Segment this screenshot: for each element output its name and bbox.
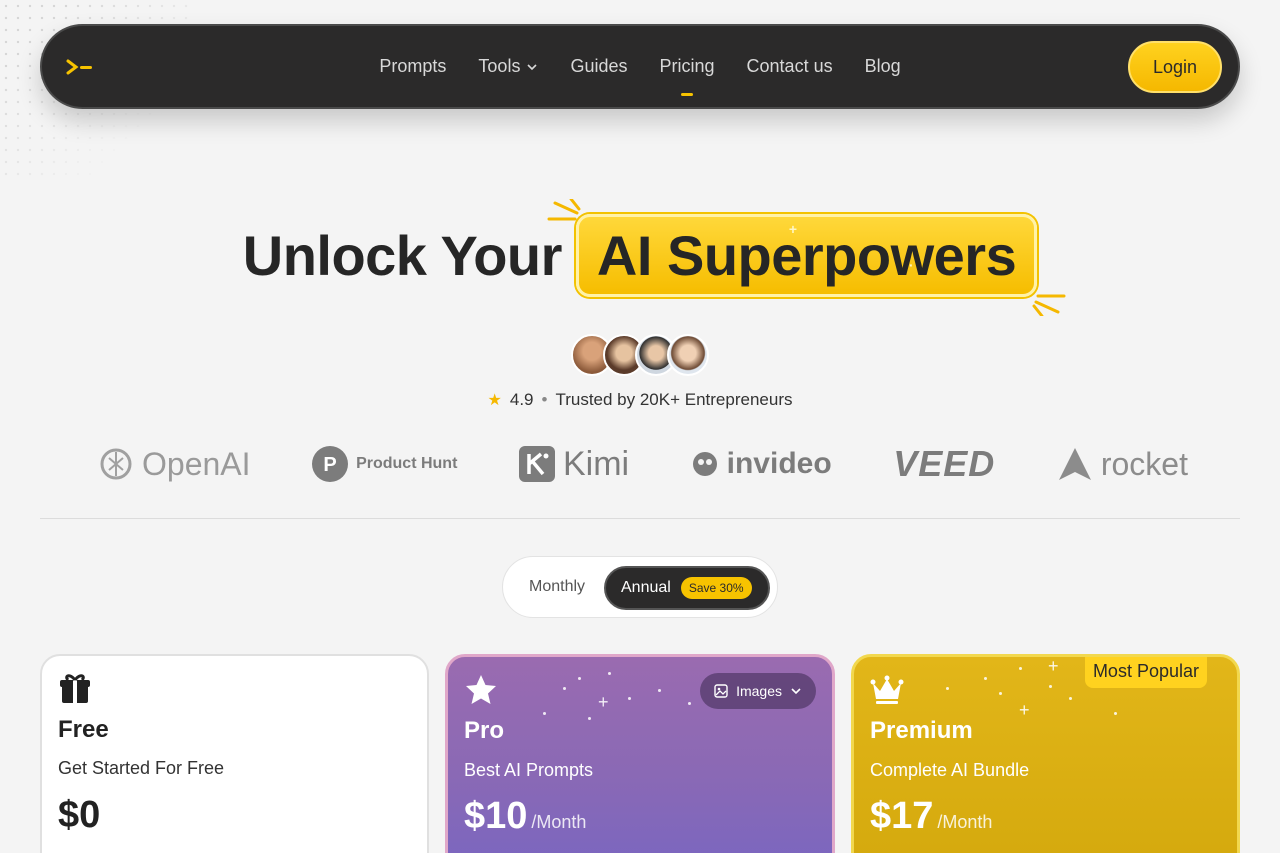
svg-text:P: P — [323, 454, 336, 476]
kimi-wordmark: Kimi — [562, 444, 630, 483]
sparkle-dot — [1114, 712, 1117, 715]
invideo-icon — [692, 452, 717, 476]
nav-guides[interactable]: Guides — [570, 56, 627, 77]
kimi-logo: Kimi — [518, 444, 630, 484]
kimi-icon — [518, 446, 555, 482]
annual-label: Annual — [621, 579, 671, 596]
login-button[interactable]: Login — [1128, 41, 1222, 93]
sparkle-icon: + — [598, 692, 609, 712]
sparkle-dot — [1069, 697, 1072, 700]
nav-guides-label: Guides — [570, 56, 628, 76]
invideo-wordmark: invideo — [726, 447, 832, 480]
sparkle-icon: + — [788, 220, 797, 237]
producthunt-icon: P — [312, 446, 349, 482]
star-icon — [466, 675, 496, 704]
sparkle-dot — [608, 672, 611, 675]
sparkle-dot — [658, 689, 661, 692]
top-navbar: Prompts Tools Guides Pricing Contact us … — [40, 24, 1240, 109]
rocket-logo: rocket — [1057, 446, 1188, 483]
nav-tools[interactable]: Tools — [478, 56, 538, 77]
hero-title-highlight: AI Superpowers + · — [547, 198, 1066, 316]
invideo-logo: invideo — [691, 447, 832, 481]
openai-wordmark: OpenAI — [142, 445, 251, 482]
nav-pricing-label: Pricing — [659, 56, 715, 76]
plan-name: Premium — [870, 717, 973, 744]
sparkle-icon: + — [1048, 656, 1059, 676]
nav-contact[interactable]: Contact us — [747, 56, 833, 77]
sparkle-dot — [563, 687, 566, 690]
sparkle-dot — [1049, 685, 1052, 688]
plan-card-premium[interactable]: + + Most Popular Premium Complete AI Bun… — [851, 654, 1240, 853]
rocket-wordmark: rocket — [1100, 445, 1188, 482]
crown-icon — [870, 675, 904, 704]
monthly-option[interactable]: Monthly — [529, 578, 585, 596]
plan-subtitle: Complete AI Bundle — [870, 760, 1030, 780]
star-icon: ★ — [487, 392, 502, 409]
rating-row: ★ 4.9 • Trusted by 20K+ Entrepreneurs — [0, 390, 1280, 410]
plan-name: Free — [58, 716, 109, 743]
hero-title: Unlock Your AI Superpowers + · — [0, 198, 1280, 316]
sparkle-dot — [543, 712, 546, 715]
image-icon — [714, 684, 728, 698]
plan-price-row: $10/Month — [464, 795, 586, 838]
nav-contact-label: Contact us — [746, 56, 833, 76]
hero-title-highlight-text: AI Superpowers — [596, 223, 1017, 287]
veed-logo: VEED — [893, 443, 995, 485]
producthunt-wordmark: Product Hunt — [356, 455, 458, 472]
sparkle-dot — [1019, 667, 1022, 670]
separator-dot: • — [541, 390, 548, 409]
nav-links: Prompts Tools Guides Pricing Contact us … — [42, 26, 1238, 107]
images-dropdown[interactable]: Images — [700, 673, 816, 709]
sparkle-dot — [984, 677, 987, 680]
nav-tools-label: Tools — [478, 56, 521, 76]
hero-title-plain: Unlock Your — [242, 223, 563, 287]
most-popular-badge: Most Popular — [1084, 657, 1207, 688]
plan-name: Pro — [464, 717, 505, 744]
plan-price: $17 — [870, 795, 934, 837]
burst-icon — [547, 198, 581, 220]
sparkle-dot — [628, 697, 631, 700]
trusted-text: Trusted by 20K+ Entrepreneurs — [555, 390, 793, 409]
plan-period: /Month — [937, 812, 993, 832]
plan-price: $10 — [464, 795, 528, 837]
sparkle-dot — [999, 692, 1002, 695]
sparkle-icon: + — [1019, 700, 1030, 720]
sparkle-dot — [946, 687, 949, 690]
nav-blog-label: Blog — [864, 56, 901, 76]
avatar — [667, 334, 709, 376]
plan-subtitle: Get Started For Free — [58, 758, 225, 778]
section-divider — [40, 518, 1240, 519]
plan-price-row: $17/Month — [870, 795, 992, 838]
rocket-icon — [1058, 448, 1091, 480]
openai-logo: OpenAI — [98, 446, 251, 483]
sparkle-dot — [588, 717, 591, 720]
rating-value: 4.9 — [509, 390, 534, 409]
nav-prompts-label: Prompts — [379, 56, 447, 76]
sparkle-dot — [688, 702, 691, 705]
partner-logos: OpenAI P Product Hunt Kimi invideo VEED … — [98, 442, 1188, 486]
plan-price: $0 — [58, 794, 101, 836]
chevron-down-icon — [791, 688, 801, 695]
gift-icon — [60, 674, 90, 703]
burst-icon — [1032, 294, 1066, 316]
chevron-down-icon — [527, 63, 538, 70]
nav-blog[interactable]: Blog — [865, 56, 901, 77]
nav-prompts[interactable]: Prompts — [379, 56, 446, 77]
sparkle-icon: · — [908, 256, 914, 273]
plan-card-free[interactable]: Free Get Started For Free $0 — [40, 654, 429, 853]
plan-card-pro[interactable]: + Images Pro Best AI Prompts $10/Month — [445, 654, 835, 853]
plan-subtitle: Best AI Prompts — [464, 760, 594, 780]
billing-toggle: Monthly Annual Save 30% — [502, 556, 778, 618]
images-label: Images — [736, 683, 782, 699]
veed-wordmark: VEED — [893, 443, 996, 484]
nav-pricing[interactable]: Pricing — [660, 56, 715, 77]
annual-option[interactable]: Annual Save 30% — [604, 566, 770, 610]
producthunt-logo: P Product Hunt — [312, 446, 457, 482]
sparkle-dot — [578, 677, 581, 680]
openai-icon — [100, 448, 132, 480]
avatar-group — [571, 334, 709, 376]
save-badge: Save 30% — [680, 577, 752, 599]
plan-period: /Month — [531, 812, 587, 832]
